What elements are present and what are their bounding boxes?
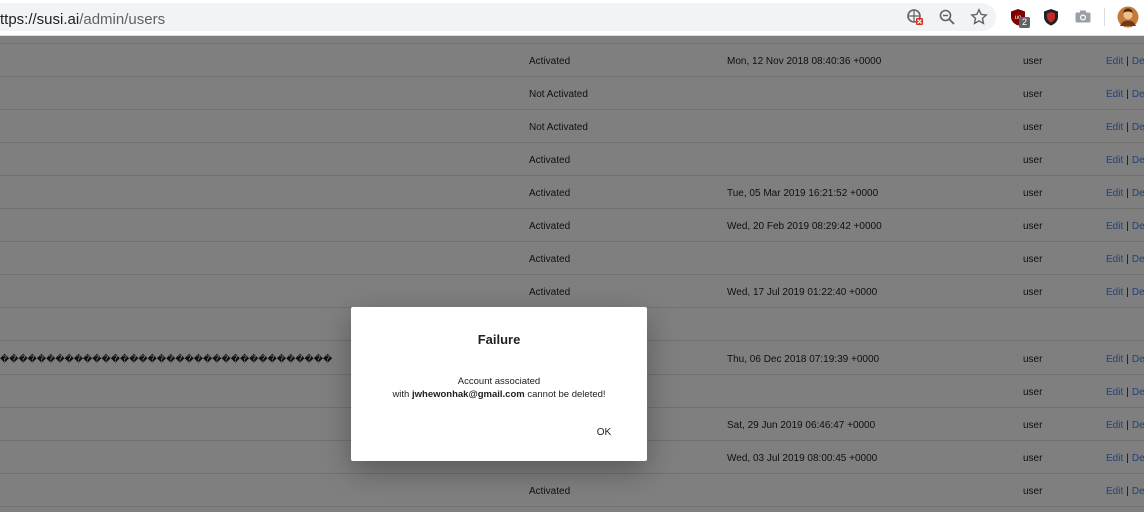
dialog-title: Failure (477, 332, 521, 347)
dialog-message: Account associated with jwhewonhak@gmail… (351, 375, 647, 401)
dialog-message-line1: Account associated (457, 376, 541, 387)
shield-icon[interactable] (1041, 7, 1061, 27)
dialog-message-prefix: with (392, 389, 412, 400)
address-bar[interactable]: ttps://susi.ai/admin/users (0, 3, 996, 31)
url-text[interactable]: ttps://susi.ai/admin/users (0, 11, 165, 28)
extension-badge: 2 (1019, 17, 1031, 28)
dialog-message-suffix: cannot be deleted! (524, 389, 606, 400)
ok-button[interactable]: OK (589, 423, 619, 443)
zoom-out-icon[interactable] (937, 7, 957, 27)
url-host: ttps://susi.ai (0, 11, 80, 28)
profile-avatar[interactable] (1117, 6, 1139, 28)
toolbar-divider (1104, 8, 1105, 26)
dialog-message-line2: with jwhewonhak@gmail.com cannot be dele… (351, 388, 647, 401)
browser-toolbar: ttps://susi.ai/admin/users uo 2 (0, 0, 1144, 36)
failure-dialog: Failure Account associated with jwhewonh… (351, 307, 647, 461)
dialog-email: jwhewonhak@gmail.com (411, 389, 525, 400)
url-path: /admin/users (79, 11, 166, 28)
star-icon[interactable] (969, 7, 989, 27)
camera-icon[interactable] (1073, 7, 1093, 27)
blocked-content-icon[interactable] (905, 7, 925, 27)
